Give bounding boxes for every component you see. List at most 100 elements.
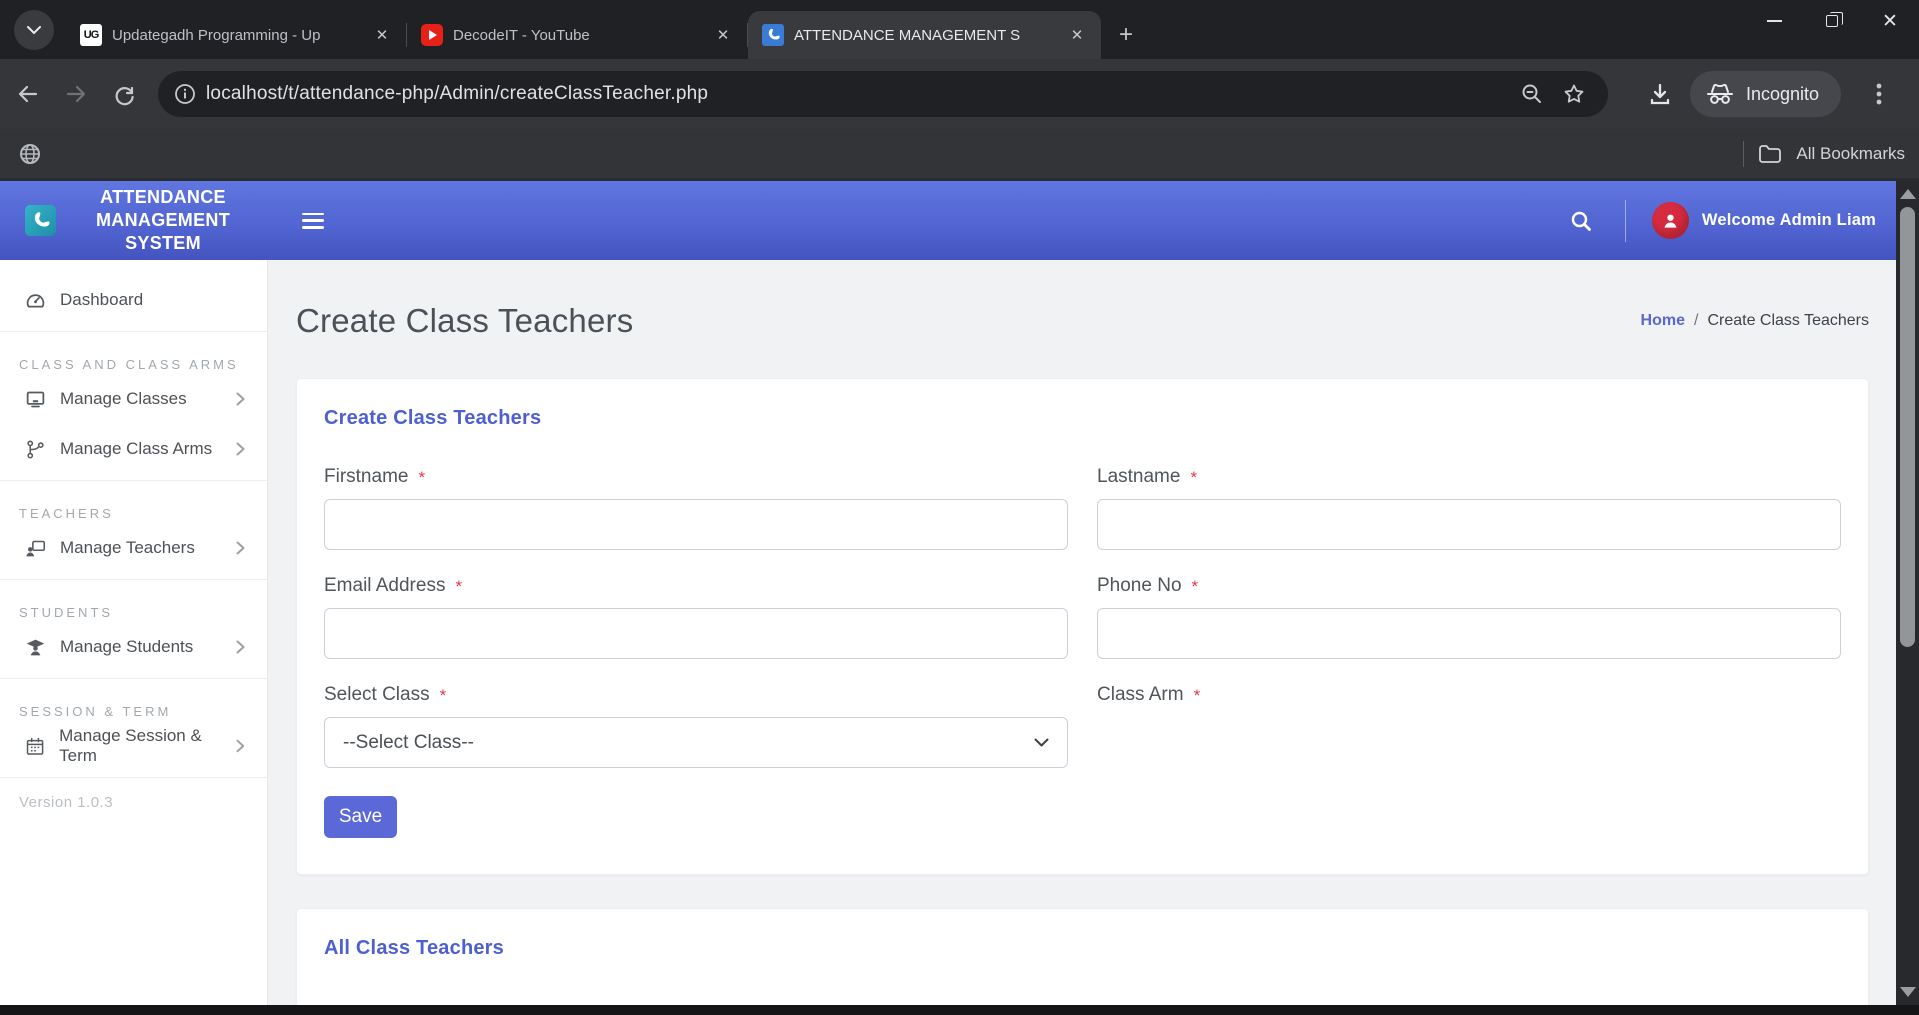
chevron-right-icon xyxy=(236,640,245,654)
globe-icon xyxy=(18,142,42,166)
lastname-input[interactable] xyxy=(1097,499,1841,550)
reload-icon xyxy=(112,82,136,106)
attendance-favicon-icon xyxy=(762,24,784,46)
sidebar-item-manage-class-arms[interactable]: Manage Class Arms xyxy=(0,424,267,474)
tab-close-icon[interactable]: ✕ xyxy=(370,23,394,47)
phone-field-group: Phone No* xyxy=(1097,575,1841,659)
bookmarks-bar: All Bookmarks xyxy=(0,129,1919,181)
teacher-icon xyxy=(25,538,46,559)
scrollbar-down-icon[interactable] xyxy=(1900,987,1916,997)
required-marker: * xyxy=(1194,684,1201,706)
web-page: ATTENDANCE MANAGEMENT SYSTEM Welcome Adm… xyxy=(0,181,1919,1005)
card-title: All Class Teachers xyxy=(324,937,1841,960)
chevron-down-icon xyxy=(27,26,41,35)
sidebar-divider xyxy=(0,777,267,778)
restore-button[interactable] xyxy=(1803,0,1861,42)
select-class-dropdown[interactable]: --Select Class-- xyxy=(324,717,1068,768)
select-class-value: --Select Class-- xyxy=(343,732,474,754)
back-button[interactable] xyxy=(8,74,48,114)
version-label: Version 1.0.3 xyxy=(0,794,267,811)
new-tab-button[interactable]: + xyxy=(1109,18,1143,52)
brand[interactable]: ATTENDANCE MANAGEMENT SYSTEM xyxy=(0,186,268,255)
reload-button[interactable] xyxy=(104,74,144,114)
restore-icon xyxy=(1826,15,1838,27)
sidebar-item-manage-students[interactable]: Manage Students xyxy=(0,622,267,672)
sidebar-item-manage-session-term[interactable]: Manage Session & Term xyxy=(0,721,267,771)
chevron-right-icon xyxy=(236,541,245,555)
browser-toolbar: localhost/t/attendance-php/Admin/createC… xyxy=(0,59,1919,129)
branch-icon xyxy=(25,439,46,460)
minimize-button[interactable] xyxy=(1745,0,1803,42)
all-bookmarks-button[interactable]: All Bookmarks xyxy=(1796,144,1905,164)
required-marker: * xyxy=(455,575,462,597)
welcome-admin-label[interactable]: Welcome Admin Liam xyxy=(1702,211,1876,230)
chevron-down-icon xyxy=(1034,738,1049,748)
forward-button[interactable] xyxy=(56,74,96,114)
breadcrumb-current: Create Class Teachers xyxy=(1707,312,1869,330)
app-header: ATTENDANCE MANAGEMENT SYSTEM Welcome Adm… xyxy=(0,181,1896,260)
calendar-icon xyxy=(25,736,45,757)
tab-close-icon[interactable]: ✕ xyxy=(1065,23,1089,47)
close-button[interactable]: ✕ xyxy=(1861,0,1919,42)
avatar[interactable] xyxy=(1652,202,1689,239)
scrollbar-up-icon[interactable] xyxy=(1900,189,1916,199)
incognito-badge[interactable]: Incognito xyxy=(1690,71,1841,117)
incognito-icon xyxy=(1706,82,1734,106)
downloads-button[interactable] xyxy=(1640,74,1680,114)
firstname-field-group: Firstname* xyxy=(324,466,1068,550)
zoom-out-icon xyxy=(1520,82,1544,106)
chevron-right-icon xyxy=(236,392,245,406)
tab-search-button[interactable] xyxy=(14,10,54,50)
sidebar-item-label: Manage Session & Term xyxy=(59,726,236,766)
sidebar-item-label: Manage Students xyxy=(60,637,193,657)
sidebar-toggle-button[interactable] xyxy=(302,213,324,229)
tab-close-icon[interactable]: ✕ xyxy=(711,23,735,47)
forward-icon xyxy=(64,82,88,106)
folder-icon xyxy=(1758,144,1782,164)
all-class-teachers-card: All Class Teachers xyxy=(296,908,1869,1005)
phone-input[interactable] xyxy=(1097,608,1841,659)
breadcrumb-home-link[interactable]: Home xyxy=(1641,312,1685,330)
sidebar-heading-teachers: TEACHERS xyxy=(0,506,267,521)
kebab-menu-icon xyxy=(1876,82,1882,106)
chevron-right-icon xyxy=(236,739,245,753)
site-info-button[interactable] xyxy=(164,73,206,115)
header-search-button[interactable] xyxy=(1559,199,1603,243)
search-icon xyxy=(1569,209,1593,233)
youtube-favicon-icon xyxy=(421,24,443,46)
dashboard-icon xyxy=(25,290,46,311)
firstname-input[interactable] xyxy=(324,499,1068,550)
sidebar: Dashboard CLASS AND CLASS ARMS Manage Cl… xyxy=(0,260,268,1005)
browser-menu-button[interactable] xyxy=(1859,74,1899,114)
email-input[interactable] xyxy=(324,608,1068,659)
scrollbar-thumb[interactable] xyxy=(1900,207,1915,647)
save-button[interactable]: Save xyxy=(324,796,397,838)
sidebar-item-manage-classes[interactable]: Manage Classes xyxy=(0,374,267,424)
sidebar-item-label: Dashboard xyxy=(60,290,143,310)
sidebar-heading-session-term: SESSION & TERM xyxy=(0,704,267,719)
lastname-field-group: Lastname* xyxy=(1097,466,1841,550)
url-text[interactable]: localhost/t/attendance-php/Admin/createC… xyxy=(206,83,1520,105)
bookmarks-divider xyxy=(1743,141,1744,167)
required-marker: * xyxy=(1192,575,1199,597)
sidebar-item-manage-teachers[interactable]: Manage Teachers xyxy=(0,523,267,573)
sidebar-item-label: Manage Classes xyxy=(60,389,187,409)
zoom-page-button[interactable] xyxy=(1520,82,1544,106)
sidebar-heading-students: STUDENTS xyxy=(0,605,267,620)
firstname-label: Firstname xyxy=(324,466,408,488)
sidebar-item-dashboard[interactable]: Dashboard xyxy=(0,275,267,325)
email-label: Email Address xyxy=(324,575,445,597)
bookmark-page-button[interactable] xyxy=(1562,82,1586,106)
page-scrollbar[interactable] xyxy=(1896,181,1919,1005)
tab-updategadh[interactable]: UG Updategadh Programming - Up ✕ xyxy=(66,11,406,59)
sidebar-heading-class-and-class-arms: CLASS AND CLASS ARMS xyxy=(0,357,267,372)
minimize-icon xyxy=(1767,20,1782,22)
address-bar[interactable]: localhost/t/attendance-php/Admin/createC… xyxy=(158,71,1608,117)
bookmark-item[interactable] xyxy=(18,142,42,166)
window-controls: ✕ xyxy=(1745,0,1919,42)
info-icon xyxy=(174,83,196,105)
tab-attendance-active[interactable]: ATTENDANCE MANAGEMENT S ✕ xyxy=(748,11,1101,59)
download-icon xyxy=(1647,81,1673,107)
tab-decodeit-youtube[interactable]: DecodeIT - YouTube ✕ xyxy=(407,11,747,59)
select-class-field-group: Select Class* --Select Class-- xyxy=(324,684,1068,768)
